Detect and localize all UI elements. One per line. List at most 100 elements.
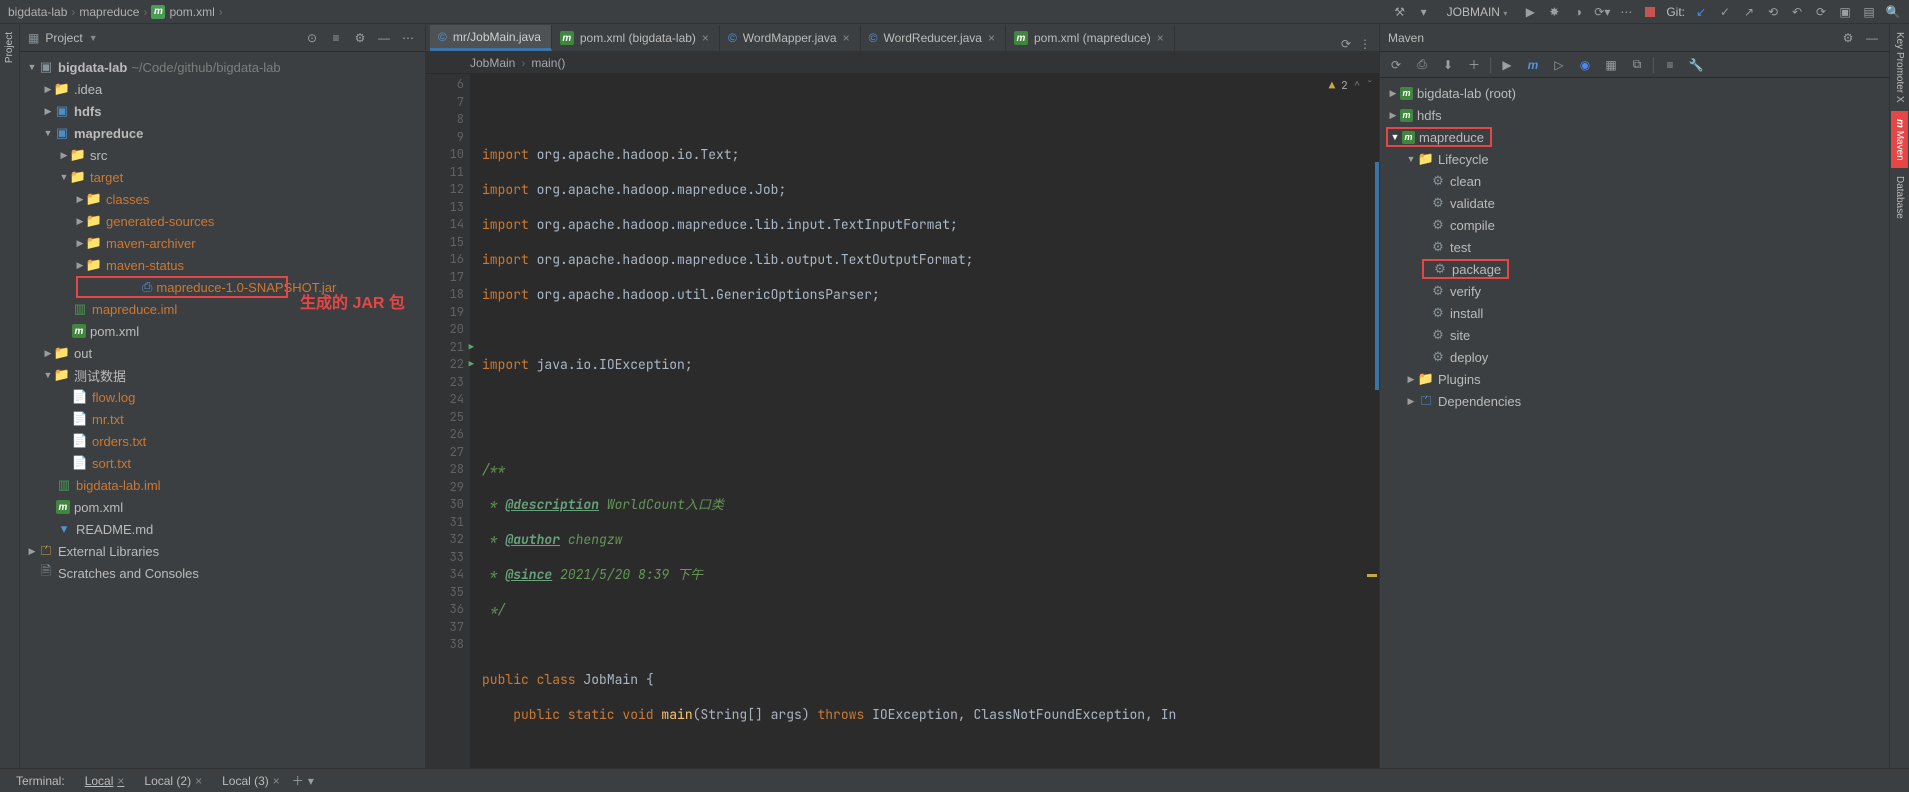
more-icon[interactable]: ⋯	[399, 29, 417, 47]
wrench-icon[interactable]: 🔧	[1686, 55, 1706, 75]
gear-icon[interactable]: ⚙	[351, 29, 369, 47]
code-text[interactable]: ▲2 ^ ˇ import org.apache.hadoop.io.Text;…	[470, 74, 1379, 768]
run-icon[interactable]: ▶	[1497, 55, 1517, 75]
editor-tab-active[interactable]: © mr/JobMain.java	[430, 25, 552, 51]
attach-icon[interactable]: ⋯	[1618, 4, 1634, 20]
plus-icon[interactable]: ＋	[1464, 55, 1484, 75]
sync-icon[interactable]: ⟳	[1813, 4, 1829, 20]
reload-icon[interactable]: ⟳	[1386, 55, 1406, 75]
gear-icon[interactable]: ⚙	[1839, 29, 1857, 47]
breadcrumb-seg[interactable]: pom.xml	[169, 5, 214, 19]
terminal-tab[interactable]: Local (3) ×	[214, 772, 288, 790]
maven-lifecycle[interactable]: ▼📁Lifecycle	[1380, 148, 1889, 170]
git-history-icon[interactable]: ⟲	[1765, 4, 1781, 20]
dropdown-icon[interactable]: ▾	[1416, 4, 1432, 20]
new-terminal-button[interactable]: ＋	[292, 772, 304, 789]
maven-goal-site[interactable]: ⚙site	[1380, 324, 1889, 346]
search-icon[interactable]: 🔍	[1885, 4, 1901, 20]
tree-file-iml-root[interactable]: ▥bigdata-lab.iml	[20, 474, 425, 496]
coverage-icon[interactable]: ◑	[1570, 4, 1586, 20]
tree-scratches[interactable]: 🗎Scratches and Consoles	[20, 562, 425, 584]
git-update-icon[interactable]: ↙	[1693, 4, 1709, 20]
code-editor[interactable]: 6789101112131415161718192021▶22▶23242526…	[426, 74, 1379, 768]
maven-module-mapreduce[interactable]: ▼mmapreduce	[1380, 126, 1889, 148]
terminal-tab[interactable]: Local ×	[77, 772, 133, 790]
breadcrumb-seg[interactable]: bigdata-lab	[8, 5, 67, 19]
skip-tests-icon[interactable]: ▦	[1601, 55, 1621, 75]
editor-tab[interactable]: © WordMapper.java ×	[720, 25, 861, 51]
profile-icon[interactable]: ⟳▾	[1594, 4, 1610, 20]
tree-dir-gensrc[interactable]: ▶📁generated-sources	[20, 210, 425, 232]
terminal-dropdown[interactable]: ▾	[308, 774, 314, 788]
project-tool-button[interactable]: Project	[2, 24, 17, 71]
collapse-icon[interactable]: ≡	[327, 29, 345, 47]
maven-goal-clean[interactable]: ⚙clean	[1380, 170, 1889, 192]
tree-file-readme[interactable]: ▾README.md	[20, 518, 425, 540]
tree-module-mapreduce[interactable]: ▼▣mapreduce	[20, 122, 425, 144]
close-icon[interactable]: ×	[988, 31, 995, 45]
tree-file-pom-mr[interactable]: mpom.xml	[20, 320, 425, 342]
maven-plugins[interactable]: ▶📁Plugins	[1380, 368, 1889, 390]
maven-goal-validate[interactable]: ⚙validate	[1380, 192, 1889, 214]
collapse-icon[interactable]: ≡	[1660, 55, 1680, 75]
debug-icon[interactable]: ✸	[1546, 4, 1562, 20]
maven-goal-verify[interactable]: ⚙verify	[1380, 280, 1889, 302]
close-icon[interactable]: ×	[702, 31, 709, 45]
run-config-selector[interactable]: JOBMAIN ▾	[1440, 4, 1515, 20]
tree-file-orders[interactable]: 📄orders.txt	[20, 430, 425, 452]
tree-module-hdfs[interactable]: ▶▣hdfs	[20, 100, 425, 122]
show-deps-icon[interactable]: ⧉	[1627, 55, 1647, 75]
problems-indicator[interactable]: ▲2 ^ ˇ	[1329, 78, 1373, 96]
terminal-label[interactable]: Terminal:	[8, 772, 73, 790]
terminal-tab[interactable]: Local (2) ×	[136, 772, 210, 790]
editor-tab[interactable]: © WordReducer.java ×	[861, 25, 1006, 51]
maven-module-hdfs[interactable]: ▶mhdfs	[1380, 104, 1889, 126]
editor-tab[interactable]: m pom.xml (mapreduce) ×	[1006, 25, 1175, 51]
tree-ext-lib[interactable]: ▶⏍External Libraries	[20, 540, 425, 562]
maven-root[interactable]: ▶mbigdata-lab (root)	[1380, 82, 1889, 104]
toggle-offline-icon[interactable]: ◉	[1575, 55, 1595, 75]
tree-file-sort[interactable]: 📄sort.txt	[20, 452, 425, 474]
tree-dir-archiver[interactable]: ▶📁maven-archiver	[20, 232, 425, 254]
git-commit-icon[interactable]: ✓	[1717, 4, 1733, 20]
key-promoter-tool-button[interactable]: Key Promoter X	[1892, 24, 1907, 111]
maven-tool-button[interactable]: m Maven	[1891, 111, 1908, 169]
maven-goal-compile[interactable]: ⚙compile	[1380, 214, 1889, 236]
close-icon[interactable]: ×	[195, 774, 202, 788]
hide-icon[interactable]: —	[1863, 29, 1881, 47]
tree-dir-status[interactable]: ▶📁maven-status	[20, 254, 425, 276]
tree-dir-classes[interactable]: ▶📁classes	[20, 188, 425, 210]
maven-goal-package[interactable]: ⚙package	[1380, 258, 1889, 280]
tree-dir-target[interactable]: ▼📁target	[20, 166, 425, 188]
overflow-icon[interactable]: ▤	[1861, 4, 1877, 20]
tree-dir-out[interactable]: ▶📁out	[20, 342, 425, 364]
tree-file-jar[interactable]: ⎙mapreduce-1.0-SNAPSHOT.jar	[76, 276, 288, 298]
download-icon[interactable]: ⬇	[1438, 55, 1458, 75]
editor-breadcrumb-seg[interactable]: JobMain	[470, 56, 515, 70]
git-push-icon[interactable]: ↗	[1741, 4, 1757, 20]
hide-icon[interactable]: —	[375, 29, 393, 47]
close-icon[interactable]: ×	[117, 774, 124, 788]
maven-goal-install[interactable]: ⚙install	[1380, 302, 1889, 324]
editor-breadcrumb-seg[interactable]: main()	[531, 56, 565, 70]
hammer-icon[interactable]: ⚒	[1392, 4, 1408, 20]
tree-root[interactable]: ▼▣ bigdata-lab ~/Code/github/bigdata-lab	[20, 56, 425, 78]
tree-file-iml[interactable]: ▥mapreduce.iml	[20, 298, 425, 320]
close-icon[interactable]: ×	[1157, 31, 1164, 45]
tree-file-mr[interactable]: 📄mr.txt	[20, 408, 425, 430]
close-icon[interactable]: ×	[843, 31, 850, 45]
run-icon[interactable]: ▶	[1522, 4, 1538, 20]
chevron-down-icon[interactable]: ▼	[89, 33, 98, 43]
maven-deps[interactable]: ▶⏍Dependencies	[1380, 390, 1889, 412]
tree-dir[interactable]: ▶📁.idea	[20, 78, 425, 100]
editor-tab[interactable]: m pom.xml (bigdata-lab) ×	[552, 25, 720, 51]
tree-dir-src[interactable]: ▶📁src	[20, 144, 425, 166]
editor-tabs-overflow[interactable]: ⟳ ⋮	[1333, 37, 1379, 51]
layout-icon[interactable]: ▣	[1837, 4, 1853, 20]
maven-goal-deploy[interactable]: ⚙deploy	[1380, 346, 1889, 368]
generate-icon[interactable]: ⎙	[1412, 55, 1432, 75]
git-revert-icon[interactable]: ↶	[1789, 4, 1805, 20]
execute-icon[interactable]: ▷	[1549, 55, 1569, 75]
tree-dir-testdata[interactable]: ▼📁测试数据	[20, 364, 425, 386]
tree-file-pom-root[interactable]: mpom.xml	[20, 496, 425, 518]
